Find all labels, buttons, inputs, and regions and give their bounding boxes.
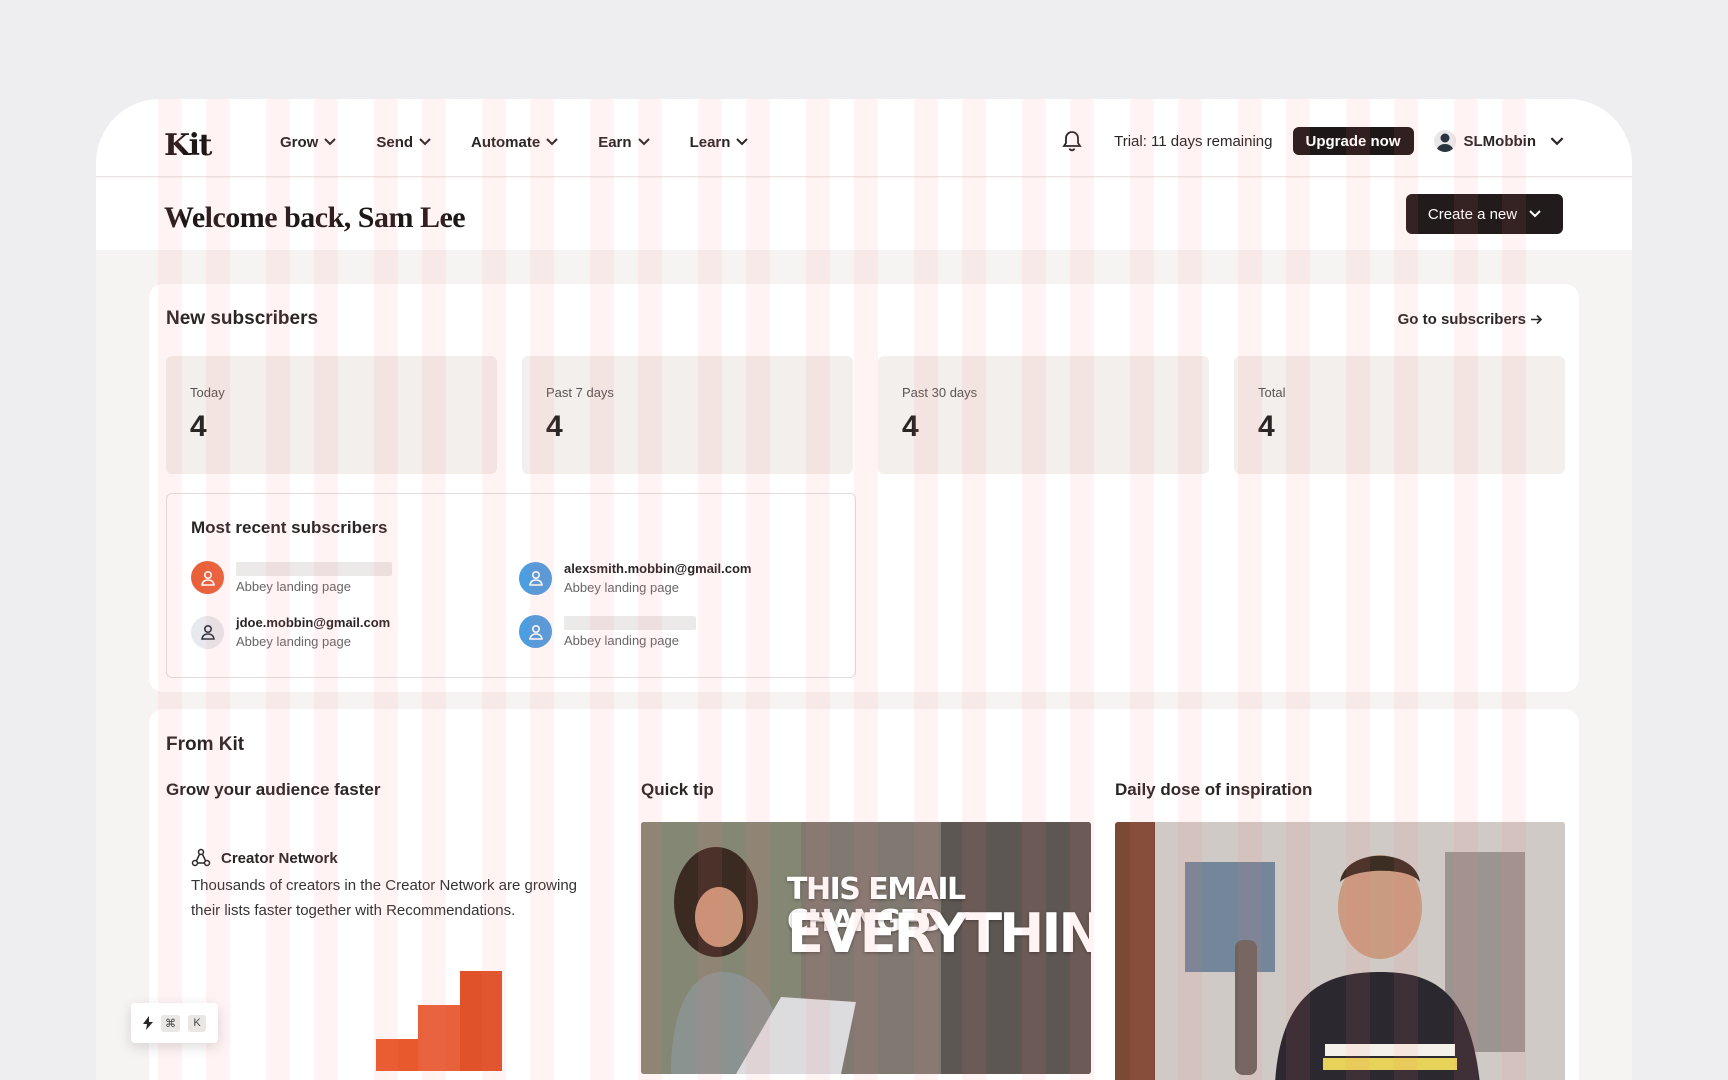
- go-to-subscribers-label: Go to subscribers: [1397, 311, 1526, 328]
- command-palette-shortcut[interactable]: ⌘ K: [131, 1003, 218, 1043]
- list-item[interactable]: Abbey landing page: [519, 615, 696, 648]
- upgrade-button[interactable]: Upgrade now: [1292, 127, 1414, 155]
- trial-status: Trial: 11 days remaining: [1114, 132, 1273, 150]
- redacted-email: [236, 561, 392, 576]
- app-window: Kit Grow Send Automate Earn Learn Trial:…: [96, 99, 1632, 1080]
- stat-label: Total: [1258, 385, 1286, 400]
- logo-text: Kit: [164, 129, 212, 159]
- new-subscribers-title: New subscribers: [166, 308, 319, 329]
- page-title: Welcome back, Sam Lee: [164, 201, 466, 234]
- stat-value: 4: [546, 410, 563, 443]
- user-icon: [519, 561, 552, 595]
- list-item[interactable]: Abbey landing page: [191, 561, 392, 594]
- nav-send-label: Send: [376, 133, 414, 151]
- chevron-down-icon: [324, 138, 337, 146]
- top-navigation: Kit Grow Send Automate Earn Learn Trial:…: [96, 99, 1632, 177]
- chevron-down-icon: [419, 138, 431, 146]
- cmd-key: ⌘: [161, 1014, 180, 1032]
- user-icon: [191, 561, 224, 594]
- stat-label: Past 7 days: [546, 385, 614, 400]
- nav-learn-label: Learn: [689, 133, 731, 151]
- chevron-down-icon: [637, 138, 650, 146]
- inspiration-video[interactable]: [1115, 822, 1565, 1080]
- lightning-icon: [143, 1016, 153, 1030]
- stat-value: 4: [902, 410, 919, 443]
- nav-right: Trial: 11 days remaining Upgrade now SLM…: [1062, 123, 1564, 159]
- subscriber-source: Abbey landing page: [564, 632, 679, 648]
- create-new-label: Create a new: [1427, 205, 1518, 223]
- recent-subscribers-title: Most recent subscribers: [191, 518, 388, 537]
- most-recent-subscribers: Most recent subscribers Abbey landing pa…: [166, 493, 856, 678]
- from-kit-card: From Kit Grow your audience faster Creat…: [149, 709, 1579, 1080]
- quick-tip-video[interactable]: THIS EMAIL CHANGED EVERYTHING: [641, 822, 1091, 1074]
- creator-network-description: Thousands of creators in the Creator Net…: [191, 877, 578, 919]
- user-icon: [191, 615, 224, 649]
- username: SLMobbin: [1463, 132, 1536, 150]
- create-new-button[interactable]: Create a new: [1406, 194, 1563, 234]
- nav-earn-label: Earn: [598, 133, 632, 151]
- stat-label: Past 30 days: [902, 385, 978, 400]
- list-item[interactable]: alexsmith.mobbin@gmail.com Abbey landing…: [519, 561, 752, 595]
- inspiration-title: Daily dose of inspiration: [1115, 780, 1313, 799]
- stat-past-30-days: Past 30 days 4: [878, 356, 1209, 474]
- quick-tip-title: Quick tip: [641, 780, 714, 799]
- subscriber-source: Abbey landing page: [236, 578, 351, 594]
- creator-network-title: Creator Network: [221, 849, 338, 867]
- subscriber-source: Abbey landing page: [564, 580, 679, 595]
- list-item[interactable]: jdoe.mobbin@gmail.com Abbey landing page: [191, 615, 390, 649]
- bell-icon[interactable]: [1062, 129, 1084, 153]
- grow-audience-title: Grow your audience faster: [166, 780, 381, 799]
- chevron-down-icon: [1529, 210, 1541, 218]
- avatar: [1433, 130, 1456, 152]
- stat-today: Today 4: [166, 356, 497, 474]
- user-menu[interactable]: SLMobbin: [1433, 130, 1564, 152]
- nav-grow-label: Grow: [280, 133, 319, 151]
- redacted-email: [564, 615, 696, 630]
- subscriber-source: Abbey landing page: [236, 634, 351, 649]
- nav-automate[interactable]: Automate: [471, 127, 558, 157]
- stat-label: Today: [190, 385, 225, 400]
- stat-past-7-days: Past 7 days 4: [522, 356, 853, 474]
- chevron-down-icon: [736, 138, 749, 146]
- quick-tip-headline-line2: EVERYTHING: [787, 902, 1091, 965]
- new-subscribers-card: New subscribers Go to subscribers Today …: [149, 284, 1579, 692]
- nav-automate-label: Automate: [471, 133, 541, 151]
- go-to-subscribers-link[interactable]: Go to subscribers: [1398, 311, 1543, 328]
- from-kit-title: From Kit: [166, 734, 245, 755]
- subscriber-email: alexsmith.mobbin@gmail.com: [564, 561, 752, 576]
- kit-logo[interactable]: Kit: [164, 129, 224, 159]
- stat-total: Total 4: [1234, 356, 1565, 474]
- chevron-down-icon: [1550, 136, 1564, 145]
- inspiration-thumbnail-image: [1115, 822, 1565, 1080]
- stat-value: 4: [190, 410, 207, 443]
- nav-send[interactable]: Send: [376, 127, 431, 157]
- user-icon: [519, 615, 552, 648]
- growth-bars-illustration: [376, 971, 502, 1071]
- nav-learn[interactable]: Learn: [690, 127, 749, 157]
- k-key: K: [188, 1014, 206, 1032]
- nav-grow[interactable]: Grow: [280, 127, 337, 157]
- stat-value: 4: [1258, 410, 1275, 443]
- chevron-down-icon: [546, 138, 558, 146]
- network-icon: [191, 848, 211, 867]
- nav-earn[interactable]: Earn: [598, 127, 650, 157]
- arrow-right-icon: [1531, 314, 1543, 325]
- subscriber-email: jdoe.mobbin@gmail.com: [236, 615, 391, 630]
- creator-network-heading[interactable]: Creator Network: [191, 848, 338, 868]
- nav-menu: Grow Send Automate Earn Learn: [280, 127, 788, 157]
